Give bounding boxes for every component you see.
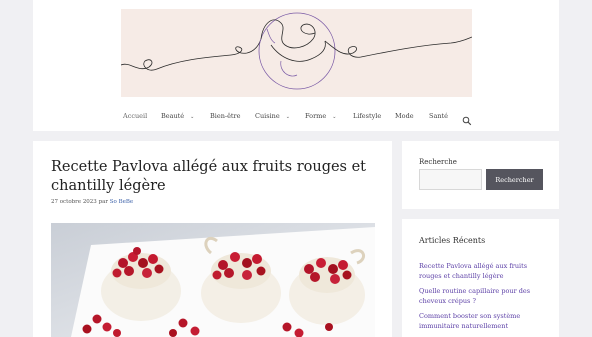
nav-item-lifestyle[interactable]: Lifestyle	[353, 112, 381, 120]
post-featured-image	[51, 223, 375, 337]
site-logo[interactable]	[121, 9, 472, 97]
nav-item-sante[interactable]: Santé	[429, 112, 448, 120]
post-date[interactable]: 27 octobre 2023	[51, 199, 97, 205]
nav-item-bien-etre[interactable]: Bien-être	[210, 112, 241, 120]
nav-item-label: Cuisine	[255, 112, 280, 120]
nav-item-label: Beauté	[161, 112, 185, 120]
search-label: Recherche	[419, 158, 457, 166]
main-navigation: Accueil Beauté ⌄ Bien-être Cuisine ⌄ Forme…	[33, 106, 559, 132]
search-button[interactable]: Rechercher	[486, 169, 543, 190]
search-icon[interactable]	[462, 111, 472, 126]
post-author[interactable]: So BeBe	[110, 199, 133, 205]
recent-posts-widget: Articles Récents Recette Pavlova allégé …	[402, 219, 559, 337]
chevron-down-icon: ⌄	[190, 114, 195, 120]
search-widget: Recherche Rechercher	[402, 141, 559, 209]
site-header: Accueil Beauté ⌄ Bien-être Cuisine ⌄ Forme…	[33, 0, 559, 131]
nav-item-label: Santé	[429, 112, 448, 120]
logo-line-art	[121, 12, 472, 90]
nav-item-label: Bien-être	[210, 112, 241, 120]
nav-item-mode[interactable]: Mode	[395, 112, 414, 120]
nav-item-label: Mode	[395, 112, 414, 120]
nav-item-forme[interactable]: Forme ⌄	[305, 112, 336, 120]
post-meta: 27 octobre 2023 par So BeBe	[51, 199, 133, 205]
nav-item-label: Lifestyle	[353, 112, 382, 120]
chevron-down-icon: ⌄	[332, 114, 337, 120]
recent-posts-list: Recette Pavlova allégé aux fruits rouges…	[419, 261, 544, 336]
search-input[interactable]	[419, 169, 482, 190]
recent-post-link[interactable]: Comment booster son système immunitaire …	[419, 311, 544, 331]
article-card: Recette Pavlova allégé aux fruits rouges…	[33, 141, 392, 337]
nav-item-label: Forme	[305, 112, 327, 120]
recent-post-link[interactable]: Quelle routine capillaire pour des cheve…	[419, 286, 544, 306]
recent-post-link[interactable]: Recette Pavlova allégé aux fruits rouges…	[419, 261, 544, 281]
nav-item-beaute[interactable]: Beauté ⌄	[161, 112, 194, 120]
nav-item-cuisine[interactable]: Cuisine ⌄	[255, 112, 290, 120]
post-by: par	[98, 199, 108, 205]
nav-item-accueil[interactable]: Accueil	[123, 112, 147, 120]
chevron-down-icon: ⌄	[285, 114, 290, 120]
post-title[interactable]: Recette Pavlova allégé aux fruits rouges…	[51, 158, 381, 196]
recent-posts-title: Articles Récents	[419, 236, 486, 245]
nav-item-label: Accueil	[123, 112, 148, 120]
